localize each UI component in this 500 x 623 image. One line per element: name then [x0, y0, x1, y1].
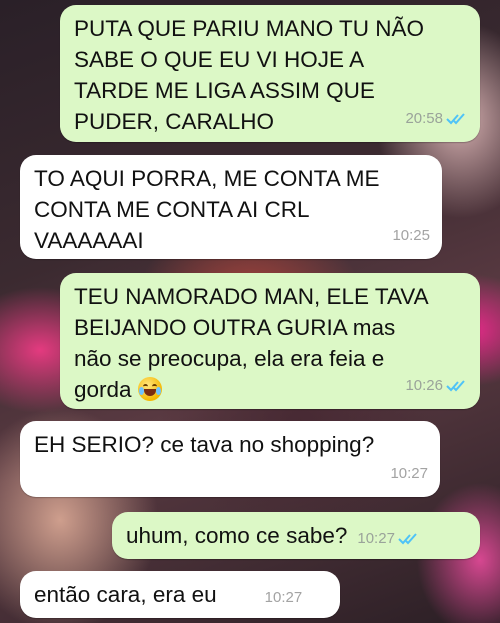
message-meta: 10:26 [405, 370, 468, 401]
message-bubble-incoming[interactable]: TO AQUI PORRA, ME CONTA ME CONTA ME CONT… [20, 155, 442, 259]
message-text-body: TEU NAMORADO MAN, ELE TAVA BEIJANDO OUTR… [74, 284, 429, 402]
read-ticks-icon [446, 379, 465, 391]
message-bubble-outgoing[interactable]: TEU NAMORADO MAN, ELE TAVA BEIJANDO OUTR… [60, 273, 480, 409]
message-meta: 10:27 [357, 523, 420, 554]
message-bubble-outgoing[interactable]: PUTA QUE PARIU MANO TU NÃO SABE O QUE EU… [60, 5, 480, 142]
read-ticks-icon [398, 532, 417, 544]
message-bubble-outgoing[interactable]: uhum, como ce sabe? 10:27 [112, 512, 480, 559]
message-time: 10:27 [357, 530, 395, 547]
message-meta: 10:27 [265, 582, 303, 613]
message-text-body: então cara, era eu [34, 582, 217, 607]
message-bubble-incoming[interactable]: então cara, era eu 10:27 [20, 571, 340, 618]
message-meta: 20:58 [405, 103, 468, 134]
message-time: 10:27 [390, 465, 428, 482]
message-text: EH SERIO? ce tava no shopping? [34, 432, 375, 457]
message-time: 10:27 [264, 589, 303, 606]
message-time: 20:58 [405, 110, 443, 127]
message-text: uhum, como ce sabe? 10:27 [126, 520, 466, 554]
message-time: 10:26 [405, 377, 443, 394]
message-meta: 10:25 [392, 220, 430, 251]
face-with-tears-of-joy-icon [137, 377, 162, 401]
message-text: TO AQUI PORRA, ME CONTA ME CONTA ME CONT… [34, 166, 380, 253]
message-time: 10:25 [392, 227, 430, 244]
message-meta: 10:27 [390, 458, 428, 489]
message-text: então cara, era eu 10:27 [34, 579, 326, 613]
message-text-body: uhum, como ce sabe? [126, 523, 348, 548]
read-ticks-icon [446, 112, 465, 124]
message-bubble-incoming[interactable]: EH SERIO? ce tava no shopping? 10:27 [20, 421, 440, 497]
